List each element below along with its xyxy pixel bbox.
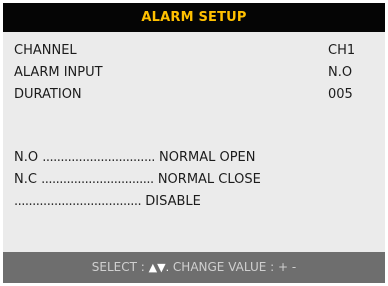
up-down-arrows-icon: ▲▼. (148, 261, 170, 274)
legend-meaning: DISABLE (145, 194, 201, 209)
alarm-input-value[interactable]: N.O (328, 63, 378, 83)
plus-minus-keys: + - (278, 260, 297, 274)
channel-label: CHANNEL (14, 43, 77, 58)
key-hint-bar: SELECT : ▲▼. CHANGE VALUE : + - (3, 252, 385, 283)
legend-meaning: NORMAL OPEN (158, 150, 256, 165)
change-value-hint-label: CHANGE VALUE : (172, 260, 275, 274)
alarm-setup-menu: ALARM SETUP CHANNEL CH1 ALARM INPUT N.O … (3, 3, 385, 283)
legend-meaning: NORMAL CLOSE (157, 172, 261, 187)
legend-dots: ............................... (41, 172, 154, 187)
duration-value[interactable]: 005 (328, 85, 378, 105)
legend-dots: ............................... (42, 150, 155, 165)
alarm-input-label: ALARM INPUT (14, 65, 103, 80)
legend-key: N.O (14, 150, 39, 165)
duration-label: DURATION (14, 87, 82, 102)
legend-normal-open: N.O ............................... NORM… (14, 148, 374, 168)
select-hint-label: SELECT : (91, 260, 145, 274)
legend-normal-close: N.C ............................... NORM… (14, 170, 374, 190)
menu-title: ALARM SETUP (3, 3, 385, 32)
legend-disable: ................................... DISA… (14, 192, 374, 212)
channel-value[interactable]: CH1 (328, 41, 378, 61)
legend-dots: ................................... (14, 194, 142, 209)
legend-key: N.C (14, 172, 37, 187)
